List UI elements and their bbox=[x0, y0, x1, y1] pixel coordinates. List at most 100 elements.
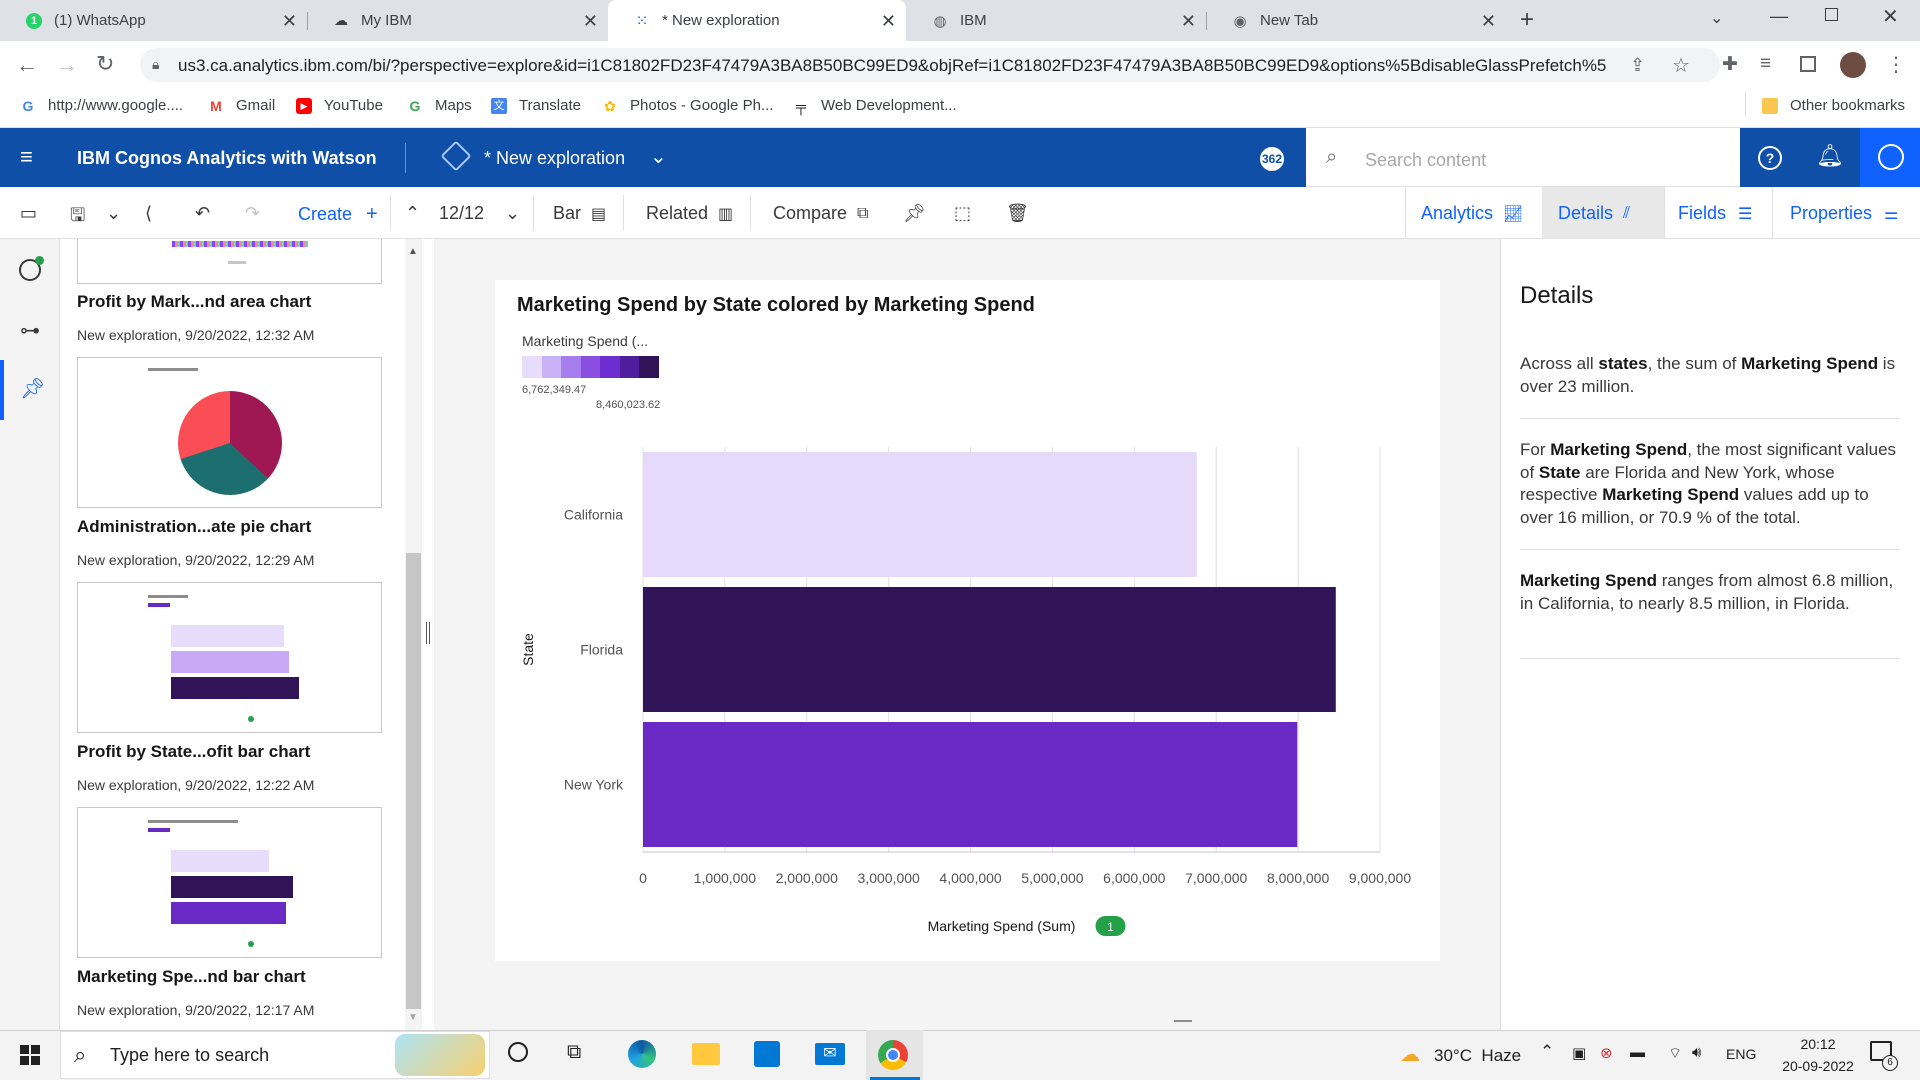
card-thumbnail[interactable] bbox=[77, 239, 382, 284]
tab-new-tab[interactable]: ◉ New Tab ✕ bbox=[1206, 0, 1506, 41]
bar-new-york[interactable] bbox=[643, 722, 1298, 847]
card-title[interactable]: Profit by Mark...nd area chart bbox=[77, 292, 311, 312]
window-close-icon[interactable]: ✕ bbox=[1882, 4, 1899, 29]
cortana-icon[interactable] bbox=[508, 1042, 528, 1062]
restore-icon[interactable] bbox=[1825, 8, 1838, 21]
edge-icon[interactable] bbox=[628, 1040, 656, 1068]
new-tab-plus-icon[interactable]: + bbox=[1520, 6, 1534, 34]
other-bookmarks[interactable]: Other bookmarks bbox=[1762, 97, 1905, 114]
url-text[interactable]: us3.ca.analytics.ibm.com/bi/?perspective… bbox=[178, 56, 1608, 76]
file-explorer-icon[interactable] bbox=[692, 1043, 720, 1065]
bookmark-youtube[interactable]: ▶ YouTube bbox=[296, 97, 383, 114]
related-button[interactable]: Related ▥ bbox=[646, 203, 733, 224]
close-icon[interactable]: ✕ bbox=[1181, 11, 1196, 32]
microsoft-store-icon[interactable] bbox=[754, 1041, 780, 1067]
bookmark-star-icon[interactable]: ☆ bbox=[1672, 53, 1690, 78]
next-chevron-down-icon[interactable]: ⌄ bbox=[505, 203, 520, 224]
browser-menu-icon[interactable]: ⋮ bbox=[1886, 52, 1906, 77]
card-thumbnail[interactable] bbox=[77, 357, 382, 508]
tab-my-ibm[interactable]: ☁ My IBM ✕ bbox=[307, 0, 608, 41]
reading-list-icon[interactable]: ≡ bbox=[1760, 53, 1771, 75]
scroll-down-arrow-icon[interactable]: ▼ bbox=[408, 1012, 418, 1023]
bookmark-photos[interactable]: ✿ Photos - Google Ph... bbox=[602, 97, 773, 114]
undo-icon[interactable]: ↶ bbox=[195, 203, 210, 224]
lock-icon[interactable]: 🔒︎ bbox=[152, 56, 159, 73]
close-icon[interactable]: ✕ bbox=[583, 11, 598, 32]
weather-text[interactable]: 30°C Haze bbox=[1434, 1046, 1521, 1066]
color-legend-gradient[interactable] bbox=[522, 356, 660, 378]
tray-chevron-up-icon[interactable]: ⌃ bbox=[1540, 1042, 1554, 1062]
card-title[interactable]: Marketing Spe...nd bar chart bbox=[77, 967, 306, 987]
back-icon[interactable]: ← bbox=[16, 52, 38, 78]
chevron-down-icon[interactable]: ⌄ bbox=[650, 144, 667, 169]
clock-time[interactable]: 20:12 bbox=[1790, 1036, 1846, 1052]
taskbar-search-input[interactable]: Type here to search bbox=[110, 1045, 269, 1066]
card-title[interactable]: Administration...ate pie chart bbox=[77, 517, 311, 537]
tray-network-error-icon[interactable]: ⊗ bbox=[1600, 1044, 1613, 1062]
help-icon[interactable]: ? bbox=[1758, 146, 1782, 170]
task-view-icon[interactable]: ⧉ bbox=[567, 1041, 581, 1064]
search-input[interactable]: Search content bbox=[1365, 150, 1486, 171]
panel-resize-handle[interactable] bbox=[426, 622, 430, 644]
bookmark-gmail[interactable]: M Gmail bbox=[208, 97, 275, 114]
save-icon[interactable]: 🖫︎ bbox=[70, 203, 85, 233]
close-icon[interactable]: ✕ bbox=[282, 11, 297, 32]
tab-new-exploration[interactable]: ⁙ * New exploration ✕ bbox=[608, 0, 906, 41]
exploration-name[interactable]: * New exploration bbox=[484, 148, 625, 169]
bookmark-google[interactable]: Ghttp://www.google.... bbox=[20, 97, 184, 114]
forward-icon[interactable]: → bbox=[56, 52, 78, 78]
extensions-icon[interactable]: ✚ bbox=[1722, 53, 1738, 76]
scrollbar-thumb[interactable] bbox=[406, 553, 421, 1009]
tab-search-chevron-icon[interactable]: ⌄ bbox=[1710, 8, 1723, 28]
windows-start-icon[interactable] bbox=[20, 1045, 40, 1065]
canvas-resize-handle[interactable] bbox=[1174, 1020, 1192, 1022]
redo-icon[interactable]: ↷ bbox=[245, 203, 260, 224]
clock-date[interactable]: 20-09-2022 bbox=[1770, 1058, 1866, 1074]
share-icon[interactable]: ⇪ bbox=[1630, 55, 1645, 76]
wifi-icon[interactable]: ⌔ bbox=[1668, 1044, 1682, 1063]
chart-type-bar-button[interactable]: Bar ▤ bbox=[553, 203, 606, 224]
profile-avatar[interactable] bbox=[1840, 52, 1866, 78]
scroll-up-arrow-icon[interactable]: ▲ bbox=[408, 246, 418, 257]
compare-button[interactable]: Compare ⧉ bbox=[773, 203, 868, 224]
properties-tab[interactable]: Properties ⚌ bbox=[1790, 203, 1898, 224]
bar-florida[interactable] bbox=[643, 587, 1336, 712]
volume-icon[interactable]: 🔊︎ bbox=[1692, 1044, 1701, 1061]
comment-icon[interactable]: ▭ bbox=[20, 203, 37, 224]
card-title[interactable]: Profit by State...ofit bar chart bbox=[77, 742, 310, 762]
mail-icon[interactable]: ✉ bbox=[815, 1043, 845, 1065]
bar-california[interactable] bbox=[643, 452, 1197, 577]
save-menu-chevron-icon[interactable]: ⌄ bbox=[106, 203, 121, 224]
close-icon[interactable]: ✕ bbox=[881, 11, 896, 32]
minimize-icon[interactable]: — bbox=[1770, 6, 1788, 27]
bookmark-webdev[interactable]: ╤ Web Development... bbox=[793, 97, 957, 114]
language-indicator[interactable]: ENG bbox=[1726, 1046, 1756, 1062]
reload-icon[interactable]: ↻ bbox=[96, 51, 114, 77]
create-button[interactable]: Create + bbox=[298, 203, 378, 226]
explore-icon[interactable] bbox=[19, 256, 44, 281]
select-area-icon[interactable]: ⬚ bbox=[954, 203, 971, 224]
analytics-tab[interactable]: Analytics 📈︎ bbox=[1421, 203, 1523, 224]
details-tab[interactable]: Details ⫽ bbox=[1558, 203, 1630, 224]
side-panel-icon[interactable] bbox=[1800, 56, 1816, 72]
bookmark-translate[interactable]: 文 Translate bbox=[491, 97, 581, 114]
pin-icon[interactable]: 📌︎ bbox=[20, 376, 45, 401]
notification-count-badge[interactable]: 6 bbox=[1882, 1055, 1898, 1071]
tray-device-icon[interactable]: ▣ bbox=[1572, 1044, 1586, 1062]
pin-icon[interactable]: 📌︎ bbox=[903, 203, 926, 224]
tab-ibm[interactable]: ◍ IBM ✕ bbox=[906, 0, 1206, 41]
close-icon[interactable]: ✕ bbox=[1481, 11, 1496, 32]
notifications-bell-icon[interactable]: 🔔︎ bbox=[1816, 143, 1844, 169]
fields-tab[interactable]: Fields ☰ bbox=[1678, 203, 1752, 224]
delete-trash-icon[interactable]: 🗑︎ bbox=[1006, 203, 1029, 224]
notification-count-badge[interactable]: 362 bbox=[1260, 147, 1284, 171]
previous-chevron-up-icon[interactable]: ⌃ bbox=[405, 203, 420, 224]
relationship-tree-icon[interactable]: ⊶ bbox=[20, 318, 40, 343]
battery-icon[interactable]: ▬ bbox=[1630, 1044, 1645, 1061]
card-thumbnail[interactable] bbox=[77, 807, 382, 958]
share-icon[interactable]: ⟨ bbox=[145, 203, 152, 224]
card-thumbnail[interactable] bbox=[77, 582, 382, 733]
user-profile-button[interactable] bbox=[1860, 128, 1920, 187]
tab-whatsapp[interactable]: 1 (1) WhatsApp ✕ bbox=[0, 0, 307, 41]
bookmark-maps[interactable]: G Maps bbox=[407, 97, 472, 114]
